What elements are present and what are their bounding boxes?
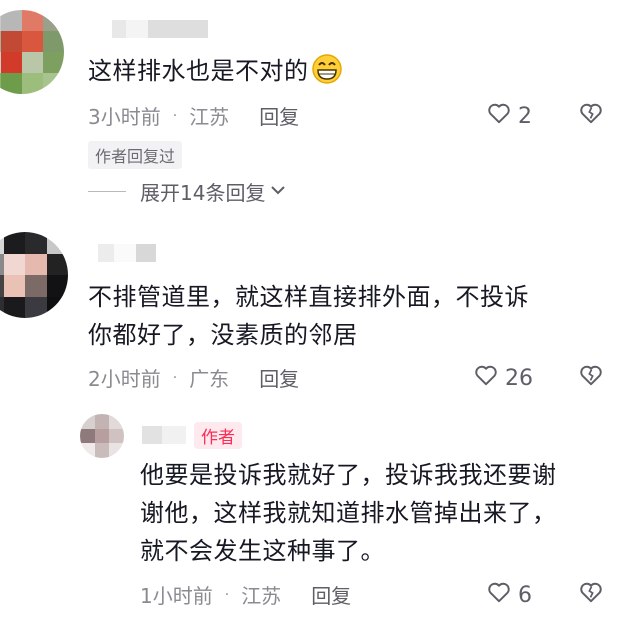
comment-text: 这样排水也是不对的 <box>88 52 343 96</box>
heart-icon <box>486 100 518 132</box>
expand-replies-button[interactable]: 展开14条回复 <box>88 177 287 206</box>
divider <box>88 191 126 192</box>
like-count: 26 <box>505 365 533 391</box>
username-blurred[interactable] <box>112 20 208 38</box>
timestamp: 2小时前 <box>88 367 161 391</box>
dislike-button[interactable] <box>578 100 604 130</box>
reply-text: 他要是投诉我就好了，投诉我我还要谢 谢他，这样我就知道排水管掉出来了， 就不会发… <box>140 461 557 565</box>
author-replied-badge: 作者回复过 <box>88 141 183 169</box>
comment-text: 不排管道里，就这样直接排外面，不投诉 你都好了，没素质的邻居 <box>88 283 529 349</box>
dislike-heart-icon <box>578 103 604 130</box>
grin-emoji-icon <box>311 53 343 96</box>
dislike-button[interactable] <box>578 362 604 392</box>
avatar[interactable] <box>0 232 68 318</box>
dislike-button[interactable] <box>578 579 604 609</box>
author-tag: 作者 <box>194 422 242 449</box>
comment-meta: 3小时前 · 江苏 回复 <box>88 101 299 130</box>
avatar[interactable] <box>80 414 124 458</box>
heart-icon <box>486 579 518 611</box>
like-button[interactable]: 26 <box>473 362 533 394</box>
reply-meta: 1小时前 · 江苏 回复 <box>140 580 351 609</box>
separator: · <box>224 586 230 603</box>
dislike-heart-icon <box>578 582 604 609</box>
location: 江苏 <box>189 105 230 129</box>
reply-button[interactable]: 回复 <box>259 101 299 130</box>
like-button[interactable]: 6 <box>486 579 532 611</box>
reply-button[interactable]: 回复 <box>259 363 299 392</box>
chevron-down-icon <box>269 180 287 204</box>
separator: · <box>172 107 178 124</box>
username-blurred[interactable] <box>142 426 186 444</box>
separator: · <box>172 369 178 386</box>
timestamp: 3小时前 <box>88 105 161 129</box>
expand-replies-label: 展开14条回复 <box>140 181 266 205</box>
like-count: 6 <box>518 582 532 608</box>
location: 江苏 <box>241 584 282 608</box>
like-count: 2 <box>518 103 532 129</box>
location: 广东 <box>189 367 230 391</box>
reply-button[interactable]: 回复 <box>311 580 351 609</box>
avatar[interactable] <box>0 10 64 94</box>
username-blurred[interactable] <box>98 244 156 262</box>
dislike-heart-icon <box>578 365 604 392</box>
comment-meta: 2小时前 · 广东 回复 <box>88 363 299 392</box>
timestamp: 1小时前 <box>140 584 213 608</box>
heart-icon <box>473 362 505 394</box>
like-button[interactable]: 2 <box>486 100 532 132</box>
